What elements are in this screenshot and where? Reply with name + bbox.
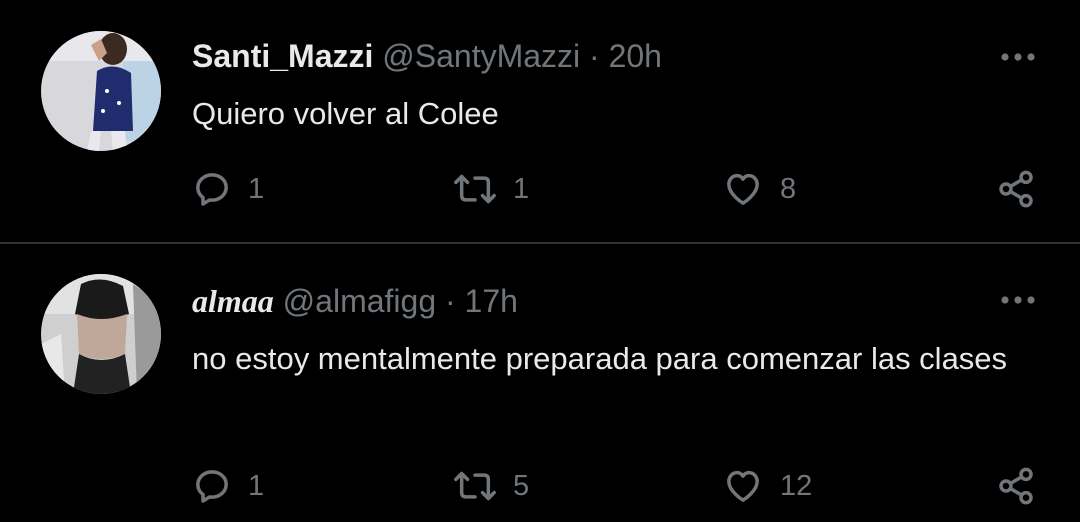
retweet-count: 5 [513, 469, 530, 502]
retweet-icon [454, 174, 496, 204]
reply-count: 1 [248, 469, 265, 502]
tweet-header: almaa @almafigg · 17h [192, 281, 518, 321]
avatar-photo-icon [41, 274, 161, 394]
heart-icon [727, 470, 759, 502]
share-icon [999, 467, 1033, 505]
like-count: 8 [780, 172, 797, 205]
share-button[interactable] [996, 464, 1036, 508]
display-name[interactable]: Santi_Mazzi [192, 38, 373, 74]
retweet-button[interactable]: 1 [453, 167, 529, 211]
user-avatar[interactable] [41, 31, 161, 151]
retweet-count: 1 [513, 172, 530, 205]
tweet[interactable]: almaa @almafigg · 17h no estoy mentalmen… [0, 245, 1080, 522]
like-count: 12 [780, 469, 813, 502]
more-dots-icon [1001, 53, 1035, 61]
retweet-button[interactable]: 5 [453, 464, 529, 508]
separator-dot: · [445, 283, 456, 319]
tweet-text: Quiero volver al Colee [192, 96, 499, 131]
more-dots-icon [1001, 296, 1035, 304]
reply-icon [196, 470, 228, 503]
heart-icon [727, 173, 759, 205]
like-button[interactable]: 8 [722, 167, 796, 211]
retweet-icon [454, 471, 496, 501]
reply-button[interactable]: 1 [192, 167, 264, 211]
share-button[interactable] [996, 167, 1036, 211]
more-options-button[interactable] [1000, 293, 1036, 305]
reply-button[interactable]: 1 [192, 464, 264, 508]
display-name[interactable]: almaa [192, 283, 274, 319]
user-handle[interactable]: @almafigg [283, 283, 436, 319]
tweet-header: Santi_Mazzi @SantyMazzi · 20h [192, 36, 662, 76]
more-options-button[interactable] [1000, 50, 1036, 62]
reply-icon [196, 173, 228, 206]
avatar-photo-icon [41, 31, 161, 151]
share-icon [999, 170, 1033, 208]
tweet-divider [0, 242, 1080, 244]
user-handle[interactable]: @SantyMazzi [382, 38, 580, 74]
like-button[interactable]: 12 [722, 464, 812, 508]
separator-dot: · [589, 38, 600, 74]
tweet-text: no estoy mentalmente preparada para come… [192, 341, 1008, 376]
tweet-timestamp[interactable]: 17h [465, 283, 518, 319]
tweet[interactable]: Santi_Mazzi @SantyMazzi · 20h Quiero vol… [0, 0, 1080, 243]
reply-count: 1 [248, 172, 265, 205]
tweet-timestamp[interactable]: 20h [609, 38, 662, 74]
user-avatar[interactable] [41, 274, 161, 394]
